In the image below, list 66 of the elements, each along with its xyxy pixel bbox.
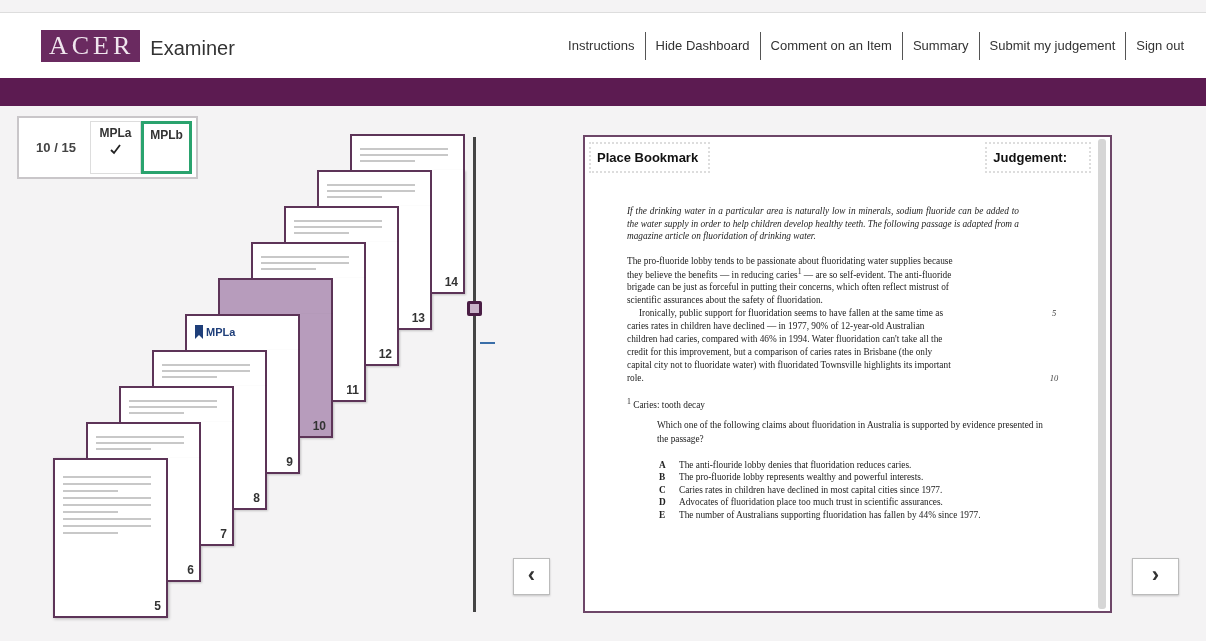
page-number: 6	[187, 563, 194, 577]
page-number: 10	[312, 419, 326, 433]
nav-link[interactable]: Summary	[902, 38, 979, 53]
option-letter: E	[659, 509, 667, 520]
passage-line: they believe the benefits — in reducing caries$^{1}$ — are so self-evident. The anti-fluoride	[627, 267, 953, 281]
version-tab[interactable]: MPLb	[141, 121, 192, 174]
passage-line: credit for this improvement, but a comparison of caries rates in Brisbane (the only	[627, 347, 934, 357]
page-number: 13	[411, 311, 425, 325]
question-text: Which one of the following claims about fluoridation in Australia is supported by evidence presented in the passage?	[657, 418, 1044, 446]
version-tab[interactable]: MPLa	[90, 121, 141, 174]
scrollbar[interactable]	[1098, 139, 1106, 609]
position-marker	[480, 342, 495, 344]
option-letter: D	[659, 497, 667, 508]
page-thumbnail[interactable]	[317, 170, 432, 206]
nav-link[interactable]: Submit my judgement	[979, 38, 1126, 53]
footnote: $^{1}$ Caries: tooth decay	[627, 396, 706, 410]
line-number: 10	[1049, 373, 1059, 383]
app-name: Examiner	[150, 37, 235, 60]
option-text: The pro-fluoride lobby represents wealthy and powerful interests.	[679, 472, 924, 483]
page-thumbnail[interactable]	[350, 134, 465, 170]
passage-line: scientific assurances about the safety of fluoridation.	[627, 295, 824, 305]
intro-text: If the drinking water in a particular area is naturally low in minerals, sodium fluoride can be added to the water supply in order to help children develop healthy teeth. The following passage is adapted from a magazine article on fluoridation of drinking water.	[627, 205, 1019, 243]
page-number: 14	[444, 275, 458, 289]
place-bookmark-button[interactable]: Place Bookmark	[589, 142, 711, 173]
passage-line: children had caries, compared with 46% in 1994. Water fluoridation can't take all the	[627, 334, 944, 344]
bookmark-label: MPLa	[206, 326, 236, 338]
page-thumbnail[interactable]	[284, 206, 399, 242]
page-thumbnail[interactable]	[218, 278, 333, 314]
nav-link[interactable]: Comment on an Item	[760, 38, 902, 53]
line-number: 5	[1051, 308, 1057, 318]
progress-count: 10 / 15	[35, 139, 77, 157]
check-icon	[110, 144, 121, 155]
page-thumbnail[interactable]	[119, 386, 234, 422]
page-number: 12	[378, 347, 392, 361]
passage-line: caries rates in children have declined — in 1977, 90% of 12-year-old Australian	[627, 321, 926, 331]
page-thumbnail[interactable]	[86, 422, 201, 458]
page-thumbnail[interactable]	[251, 242, 366, 278]
passage-line: brigade can be just as forceful in putting their concerns, which often reflect mistrust of	[627, 282, 950, 292]
option-letter: B	[659, 472, 667, 483]
option-text: Advocates of fluoridation place too much trust in scientific assurances.	[679, 497, 943, 508]
nav-link[interactable]: Hide Dashboard	[645, 38, 760, 53]
page-thumbnail[interactable]: MPLa	[185, 314, 300, 350]
page-thumbnail[interactable]: 5	[53, 458, 168, 618]
page-number: 9	[286, 455, 293, 469]
passage-line: role.	[627, 373, 645, 383]
logo: ACER	[41, 29, 141, 62]
option-letter: C	[659, 484, 667, 495]
nav-link[interactable]: Sign out	[1126, 38, 1194, 53]
judgement-label: Judgement:	[985, 142, 1091, 173]
nav-link[interactable]: Instructions	[558, 38, 645, 53]
option-text: The anti-flouride lobby denies that fluoridation reduces caries.	[679, 459, 912, 470]
passage-line: capital city not to fluoridate water) with fluoridated Townsville highlights its important	[627, 360, 952, 370]
page-number: 8	[253, 491, 260, 505]
slider-handle[interactable]	[467, 301, 482, 316]
page-thumbnail[interactable]	[152, 350, 267, 386]
next-button[interactable]: ›	[1132, 558, 1179, 595]
page-number: 7	[220, 527, 227, 541]
page-number: 5	[154, 599, 161, 613]
bookmark-icon	[195, 325, 203, 339]
passage-line: Ironically, public support for fluoridation seems to have fallen at the same time as	[638, 308, 945, 318]
page-number: 11	[346, 383, 359, 397]
option-text: Caries rates in children have declined in most capital cities since 1977.	[679, 484, 943, 495]
option-letter: A	[659, 459, 667, 470]
option-text: The number of Australians supporting fluoridation has fallen by 44% since 1977.	[679, 509, 981, 520]
passage-line: The pro-fluoride lobby tends to be passionate about fluoridating water supplies because	[627, 256, 954, 266]
previous-button[interactable]: ‹	[513, 558, 550, 595]
